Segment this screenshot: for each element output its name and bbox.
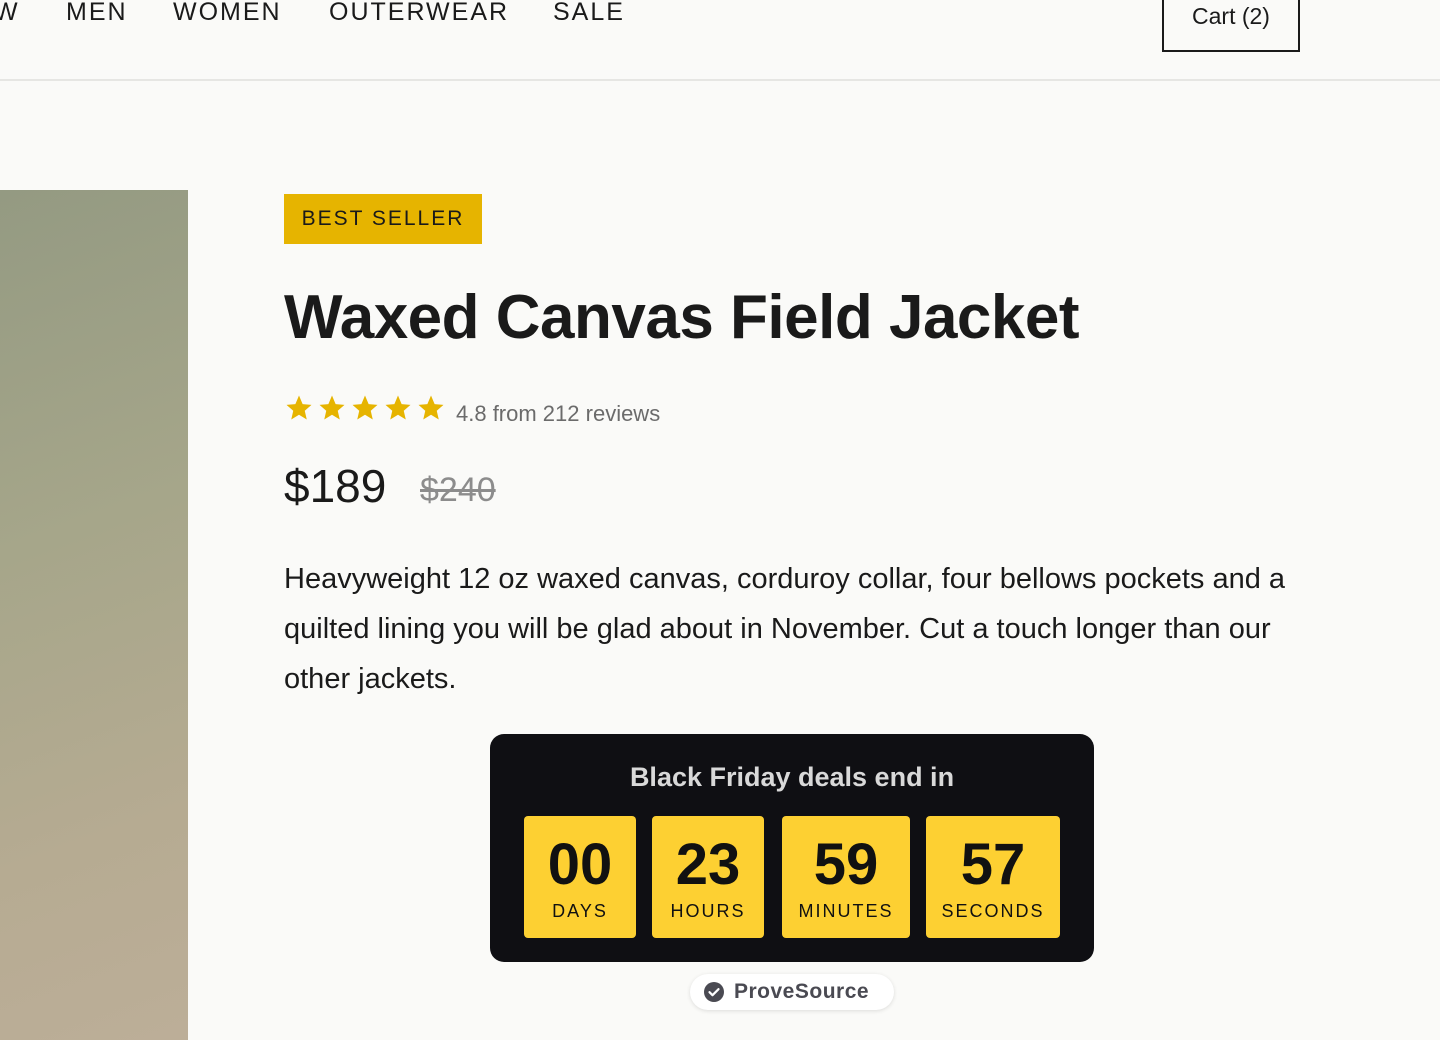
check-circle-icon (704, 982, 724, 1002)
rating-summary[interactable]: 4.8 from 212 reviews (456, 400, 660, 428)
countdown-label: MINUTES (798, 901, 894, 921)
product-title: Waxed Canvas Field Jacket (284, 283, 1080, 352)
rating-stars (284, 393, 446, 423)
star-icon (319, 395, 345, 420)
nav-item-new[interactable]: W (0, 0, 20, 27)
star-icon (418, 395, 444, 420)
product-description: Heavyweight 12 oz waxed canvas, corduroy… (284, 563, 1286, 695)
countdown-value: 00 (547, 832, 613, 897)
star-icon (286, 395, 312, 420)
star-icon (352, 395, 378, 420)
countdown-value: 57 (960, 832, 1026, 897)
best-seller-badge: BEST SELLER (284, 194, 482, 244)
current-price: $189 (284, 460, 387, 512)
countdown-value: 59 (813, 832, 879, 897)
nav-item-outerwear[interactable]: OUTERWEAR (329, 0, 509, 27)
star-icon (385, 395, 411, 420)
countdown-label: HOURS (670, 901, 746, 921)
original-price: $240 (420, 471, 496, 509)
site-header: W MEN WOMEN OUTERWEAR SALE Cart (2) (0, 0, 1440, 81)
product-image (0, 190, 188, 1040)
cart-button[interactable]: Cart (2) (1162, 0, 1300, 52)
nav-item-sale[interactable]: SALE (553, 0, 625, 27)
provesource-label: ProveSource (734, 980, 870, 1003)
nav-item-men[interactable]: MEN (66, 0, 128, 27)
countdown-value: 23 (675, 832, 741, 897)
countdown-timer: Black Friday deals end in 00 DAYS 23 HOU… (490, 734, 1094, 962)
countdown-title: Black Friday deals end in (629, 762, 955, 792)
countdown-minutes: 59 MINUTES (782, 816, 910, 938)
countdown-seconds: 57 SECONDS (926, 816, 1060, 938)
provesource-badge[interactable]: ProveSource (690, 974, 894, 1010)
countdown-days: 00 DAYS (524, 816, 636, 938)
countdown-label: DAYS (552, 901, 608, 921)
countdown-label: SECONDS (941, 901, 1045, 921)
nav-item-women[interactable]: WOMEN (173, 0, 282, 27)
countdown-hours: 23 HOURS (652, 816, 764, 938)
